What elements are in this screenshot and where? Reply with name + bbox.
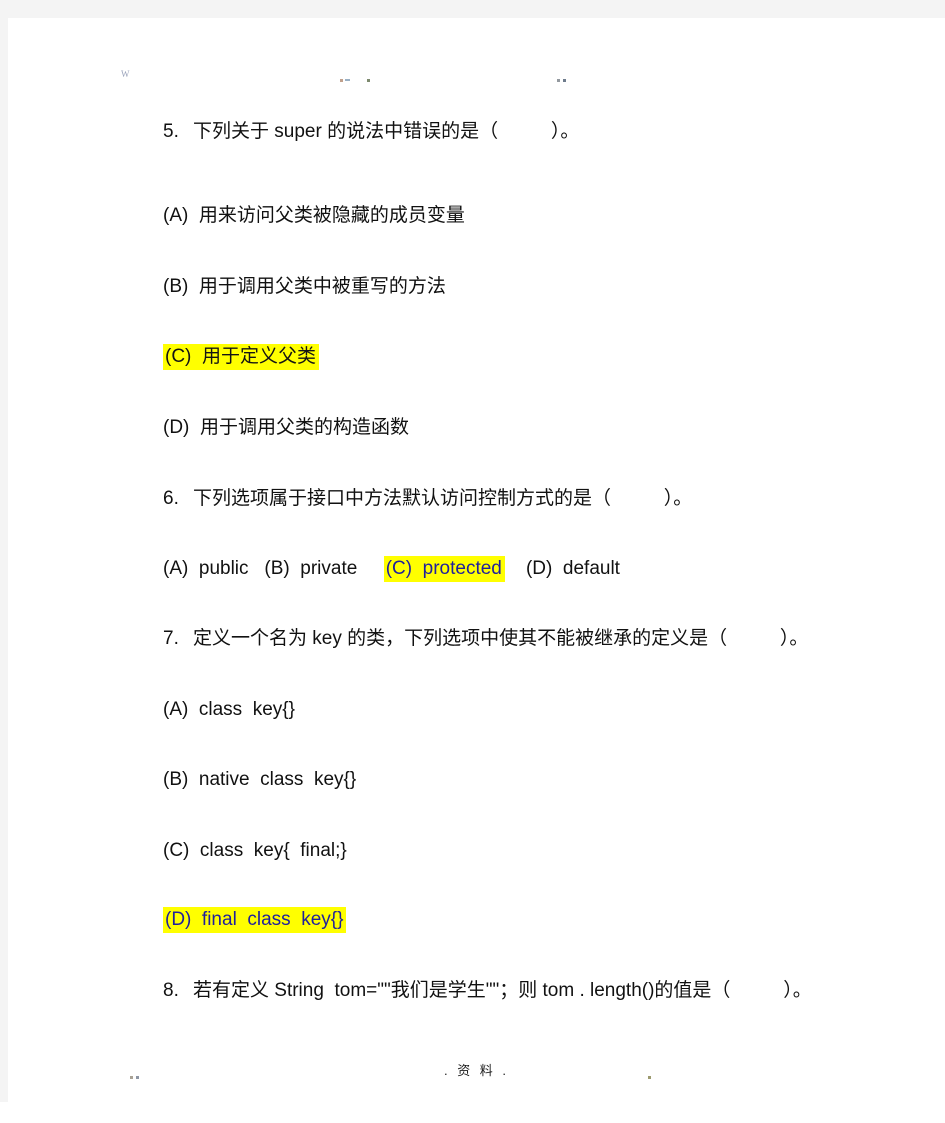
scan-artifact-dot	[648, 1076, 651, 1079]
question-6-options-inline: (A) public (B) private (C) protected (D)…	[8, 556, 945, 582]
highlight-question-6-option-c: (C) protected	[383, 556, 505, 582]
scan-artifact-dot	[340, 79, 343, 82]
question-5-option-b: (B) 用于调用父类中被重写的方法	[8, 277, 945, 296]
question-7-option-b: (B) native class key{}	[163, 769, 357, 790]
question-8-stem: 8. 若有定义 String tom=""我们是学生""；则 tom . leng…	[8, 981, 945, 1000]
option-text: 用于调用父类的构造函数	[199, 417, 409, 438]
scan-artifact-dot	[557, 79, 560, 82]
question-5-option-c: (C) 用于定义父类	[8, 344, 945, 370]
scan-artifact-dot	[136, 1076, 139, 1079]
question-6-stem: 6. 下列选项属于接口中方法默认访问控制方式的是（ ）。	[8, 489, 945, 508]
question-7-option-c: (C) class key{ final;}	[163, 840, 347, 861]
scan-artifact-dot	[367, 79, 370, 82]
option-text: 用来访问父类被隐藏的成员变量	[198, 205, 465, 226]
question-7-option-d: (D) final class key{}	[8, 907, 945, 933]
question-7-number: 7.	[163, 628, 179, 649]
question-8-stem-text: 若有定义 String tom=""我们是学生""；则 tom . length…	[193, 980, 812, 1001]
option-text: 用于定义父类	[201, 346, 316, 367]
option-label: (B)	[163, 276, 189, 297]
question-8-number: 8.	[163, 980, 179, 1001]
question-7-option-a: (A) class key{}	[163, 699, 295, 720]
question-6-option-d: (D) default	[525, 558, 620, 579]
highlight-question-7-option-d: (D) final class key{}	[163, 907, 347, 933]
question-6-stem-text: 下列选项属于接口中方法默认访问控制方式的是（ ）。	[193, 488, 693, 509]
question-7-stem: 7. 定义一个名为 key 的类，下列选项中使其不能被继承的定义是（ ）。	[8, 629, 945, 648]
question-6-option-b: (B) private	[264, 558, 358, 579]
document-header: W	[8, 68, 945, 90]
highlight-question-5-option-c: (C) 用于定义父类	[163, 344, 319, 370]
footer-watermark-text: . 资 料 .	[443, 1063, 510, 1078]
document-page: W 5. 下列关于 super 的说法中错误的是（ ）。 (A) 用来访问父类被隐…	[8, 18, 945, 1123]
question-5-stem-text: 下列关于 super 的说法中错误的是（ ）。	[193, 121, 580, 142]
scan-artifact-dot	[563, 79, 566, 82]
option-label: (C)	[165, 346, 192, 367]
question-5-number: 5.	[163, 121, 179, 142]
option-label: (A)	[163, 205, 189, 226]
question-6-option-c: (C) protected	[385, 558, 502, 579]
scan-artifact-dot	[130, 1076, 133, 1079]
header-watermark-mark: W	[121, 69, 130, 79]
question-5-option-a: (A) 用来访问父类被隐藏的成员变量	[8, 206, 945, 225]
document-footer: . 资 料 .	[8, 1060, 945, 1090]
question-7-stem-text: 定义一个名为 key 的类，下列选项中使其不能被继承的定义是（ ）。	[193, 628, 809, 649]
option-text: 用于调用父类中被重写的方法	[198, 276, 446, 297]
question-5-option-d: (D) 用于调用父类的构造函数	[8, 418, 945, 437]
scan-gutter-top	[0, 0, 945, 18]
option-label: (D)	[163, 417, 190, 438]
scan-artifact-dot	[345, 79, 350, 81]
question-6-option-a: (A) public	[163, 558, 249, 579]
question-5-stem: 5. 下列关于 super 的说法中错误的是（ ）。	[8, 122, 945, 141]
question-6-number: 6.	[163, 488, 179, 509]
scan-gutter-left	[0, 0, 8, 1102]
